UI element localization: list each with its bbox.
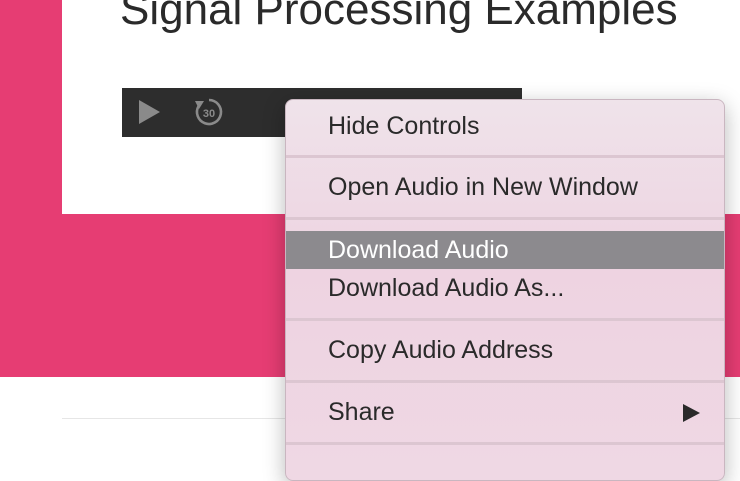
menu-item-label: Open Audio in New Window	[328, 173, 638, 201]
menu-item-hide-controls[interactable]: Hide Controls	[286, 107, 724, 145]
menu-separator	[286, 442, 724, 445]
skip-back-30-button[interactable]: 30	[192, 95, 226, 129]
menu-item-open-audio-new-window[interactable]: Open Audio in New Window	[286, 168, 724, 206]
chevron-right-icon	[683, 404, 700, 422]
menu-item-label: Share	[328, 398, 395, 426]
menu-item-label: Download Audio	[328, 236, 509, 264]
menu-item-share[interactable]: Share	[286, 393, 724, 431]
menu-separator	[286, 217, 724, 220]
menu-separator	[286, 155, 724, 158]
play-button[interactable]	[136, 99, 162, 125]
context-menu: Hide Controls Open Audio in New Window D…	[285, 99, 725, 481]
page-title: Signal Processing Examples	[120, 0, 678, 34]
skip-back-30-icon: 30	[195, 98, 223, 126]
play-icon	[139, 100, 160, 124]
menu-item-download-audio[interactable]: Download Audio	[286, 231, 724, 269]
menu-separator	[286, 380, 724, 383]
skip-back-seconds-label: 30	[203, 108, 215, 120]
menu-separator	[286, 318, 724, 321]
menu-item-label: Copy Audio Address	[328, 336, 554, 364]
menu-item-label: Hide Controls	[328, 112, 480, 140]
menu-item-download-audio-as[interactable]: Download Audio As...	[286, 269, 724, 307]
menu-item-copy-audio-address[interactable]: Copy Audio Address	[286, 331, 724, 369]
menu-item-label: Download Audio As...	[328, 274, 565, 302]
